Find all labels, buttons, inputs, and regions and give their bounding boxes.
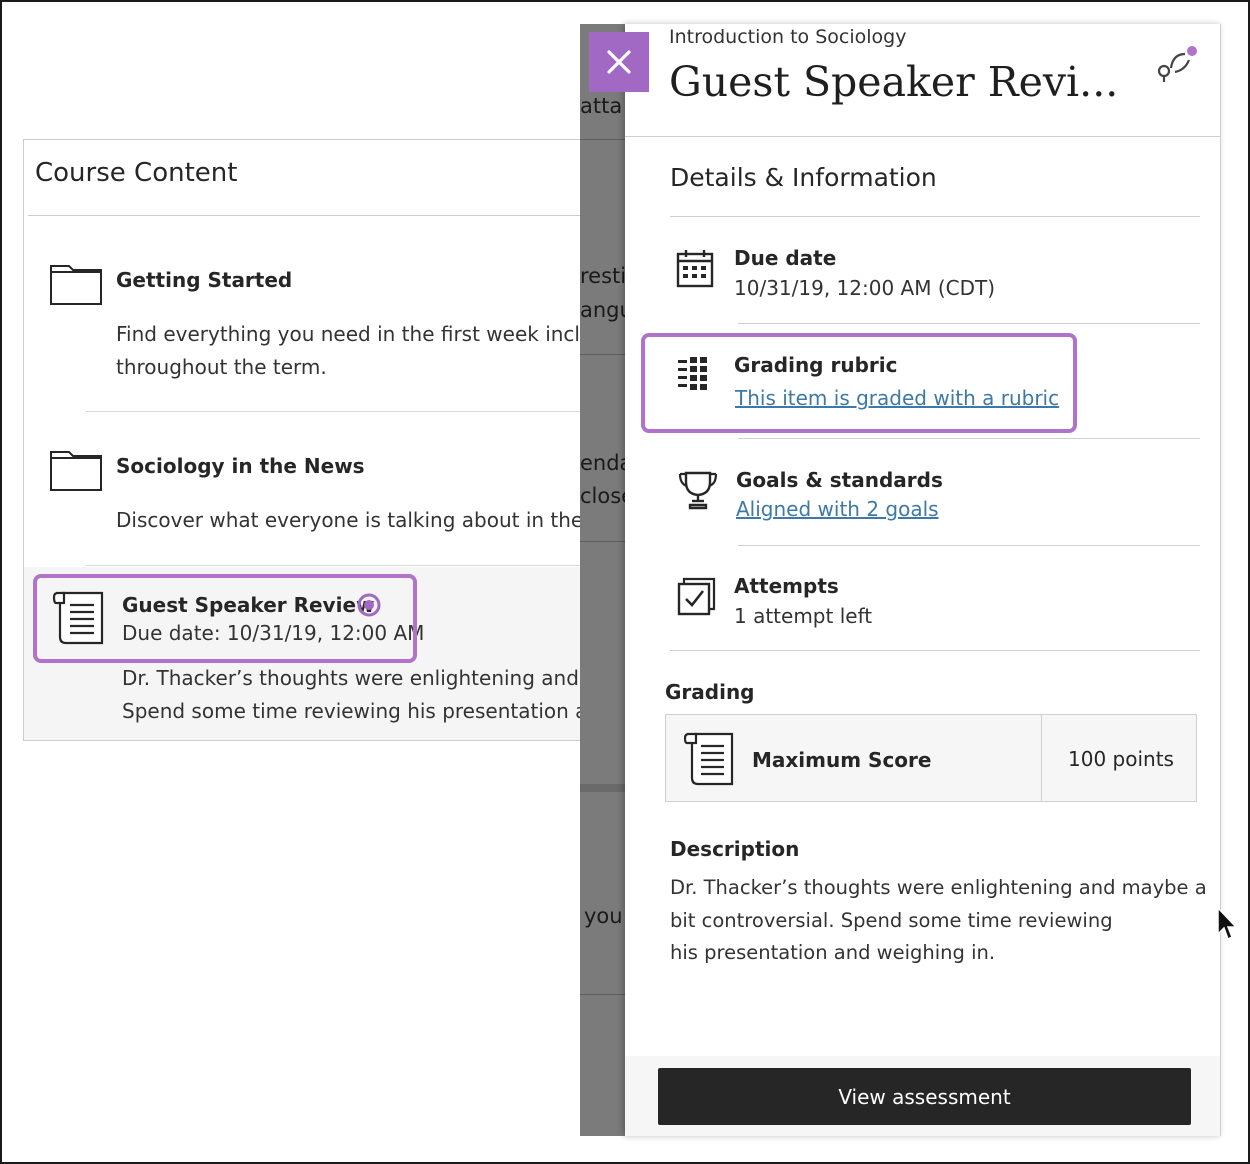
calendar-icon: [676, 250, 714, 288]
panel-footer: View assessment: [625, 1056, 1220, 1136]
divider: [28, 215, 622, 216]
document-icon: [684, 732, 734, 786]
divider: [738, 545, 1200, 546]
divider: [625, 136, 1220, 137]
course-name: Introduction to Sociology: [669, 26, 907, 48]
overlay-backdrop[interactable]: atta resti angu enda close you: [580, 24, 626, 1136]
goals-link[interactable]: Aligned with 2 goals: [736, 497, 939, 521]
item-title-sociology-news[interactable]: Sociology in the News: [116, 454, 365, 478]
course-content-title: Course Content: [35, 158, 238, 188]
background-text: atta: [580, 94, 623, 118]
background-text: angu: [580, 298, 626, 322]
goals-alignment-icon[interactable]: [1155, 44, 1199, 84]
divider: [670, 216, 1200, 217]
item-description: Dr. Thacker’s thoughts were enlightening…: [122, 666, 605, 690]
divider: [86, 565, 622, 566]
details-panel: Introduction to Sociology Guest Speaker …: [625, 24, 1221, 1136]
item-description: Discover what everyone is talking about …: [116, 508, 606, 532]
background-text: resti: [580, 264, 626, 288]
grading-label: Grading: [665, 680, 755, 704]
divider: [580, 994, 626, 995]
folder-icon: [50, 451, 102, 491]
divider: [580, 784, 626, 792]
attempts-label: Attempts: [734, 574, 839, 598]
panel-title: Guest Speaker Revi...: [669, 58, 1119, 106]
background-text: close: [580, 484, 626, 508]
item-description: Spend some time reviewing his presentati…: [122, 699, 601, 723]
background-text: you: [584, 904, 623, 928]
folder-icon: [50, 265, 102, 305]
attempts-icon: [677, 577, 716, 616]
section-title: Details & Information: [670, 163, 937, 192]
max-score-box: Maximum Score 100 points: [665, 714, 1197, 802]
item-description: throughout the term.: [116, 355, 327, 379]
mouse-cursor-icon: [1217, 906, 1238, 941]
max-score-value: 100 points: [1068, 747, 1174, 771]
trophy-icon: [678, 471, 718, 510]
course-content-card: Course Content Getting Started Find ever…: [23, 139, 623, 741]
highlight-box-item: [33, 574, 417, 663]
divider: [670, 650, 1200, 651]
divider: [738, 323, 1200, 324]
divider: [580, 541, 626, 542]
highlight-box-rubric: [641, 333, 1077, 433]
item-description: Find everything you need in the first we…: [116, 322, 606, 346]
due-date-label: Due date: [734, 246, 837, 270]
view-assessment-button[interactable]: View assessment: [658, 1068, 1191, 1125]
divider: [580, 354, 626, 355]
divider: [580, 139, 626, 140]
item-title-getting-started[interactable]: Getting Started: [116, 268, 292, 292]
close-button[interactable]: [589, 32, 649, 92]
background-text: enda: [580, 451, 626, 475]
divider: [86, 411, 622, 412]
attempts-value: 1 attempt left: [734, 604, 873, 628]
max-score-label: Maximum Score: [752, 748, 932, 772]
description-text: Dr. Thacker’s thoughts were enlightening…: [670, 876, 1207, 964]
goals-standards-label: Goals & standards: [736, 468, 943, 492]
divider: [1041, 715, 1042, 801]
divider: [738, 438, 1200, 439]
due-date-value: 10/31/19, 12:00 AM (CDT): [734, 276, 996, 300]
close-icon: [607, 50, 631, 74]
description-label: Description: [670, 837, 800, 861]
